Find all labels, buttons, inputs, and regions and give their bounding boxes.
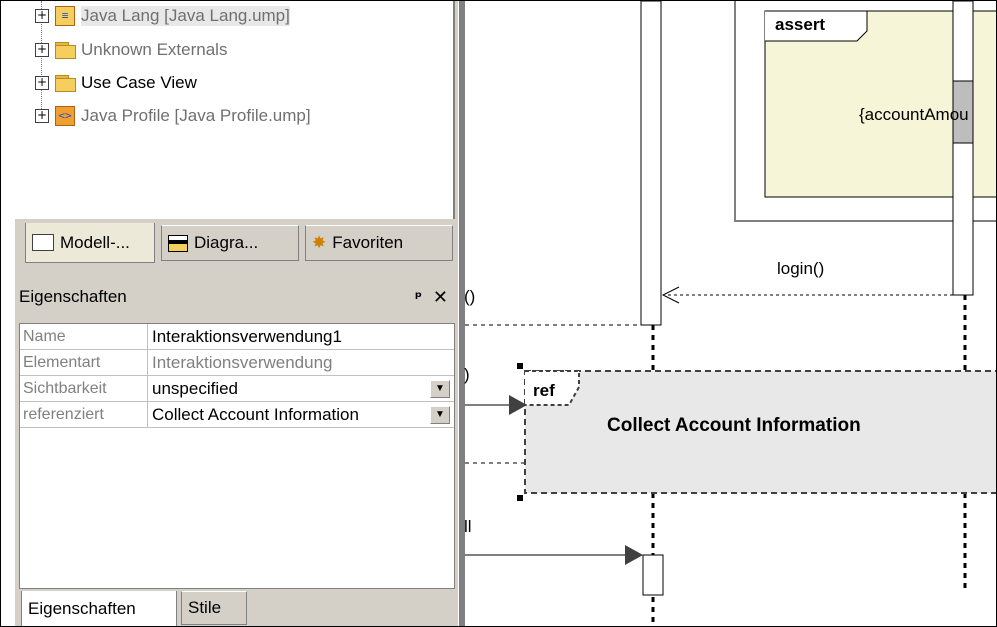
tab-label: Eigenschaften: [28, 598, 136, 618]
message-label-fragment: ): [464, 365, 470, 384]
tree-item-label: Java Profile [Java Profile.ump]: [81, 106, 311, 125]
package-icon: ≡: [55, 6, 75, 26]
message-label-fragment: (): [464, 287, 476, 306]
filled-arrow-head: [625, 545, 643, 565]
tree-item-label: Java Lang [Java Lang.ump]: [81, 6, 290, 26]
property-key: Name: [20, 324, 148, 349]
message-label-fragment: ll: [464, 517, 472, 536]
ref-label: ref: [533, 381, 555, 400]
expand-icon[interactable]: +: [35, 9, 49, 23]
dropdown-arrow-icon[interactable]: ▼: [430, 406, 450, 424]
tab-label: Diagra...: [194, 233, 259, 252]
diagram-canvas[interactable]: assert {accountAmou login() () ) ll ref …: [459, 1, 996, 626]
property-row-visibility[interactable]: Sichtbarkeit unspecified ▼: [20, 376, 454, 402]
pin-icon[interactable]: ᵖ: [415, 288, 422, 306]
tab-model[interactable]: Modell-...: [25, 223, 155, 263]
sequence-diagram: [465, 1, 996, 626]
tab-properties[interactable]: Eigenschaften: [21, 591, 177, 626]
property-value: Interaktionsverwendung: [152, 353, 333, 372]
expand-icon[interactable]: +: [35, 76, 49, 90]
ref-title[interactable]: Collect Account Information: [607, 415, 861, 437]
star-icon: ✸: [312, 233, 327, 253]
tree-tabbar: Modell-... Diagra... ✸ Favoriten: [15, 221, 458, 269]
tree-item-use-case-view[interactable]: + Use Case View: [35, 70, 197, 96]
activation-bar-left: [640, 1, 662, 326]
properties-grid: Name Interaktionsverwendung1 Elementart …: [19, 323, 455, 589]
tree-item-label: Use Case View: [81, 73, 197, 92]
diagram-icon: [168, 234, 188, 252]
tree-item-unknown-externals[interactable]: + Unknown Externals: [35, 37, 228, 63]
property-key: Sichtbarkeit: [20, 376, 148, 401]
properties-header: Eigenschaften ᵖ ✕: [15, 281, 458, 313]
expand-icon[interactable]: +: [35, 43, 49, 57]
property-value[interactable]: unspecified: [152, 376, 452, 401]
tree-item-label: Unknown Externals: [81, 40, 228, 59]
property-key: Elementart: [20, 350, 148, 375]
property-value[interactable]: Collect Account Information: [152, 402, 452, 427]
left-panel: + ≡ Java Lang [Java Lang.ump] + Unknown …: [15, 1, 458, 626]
property-value[interactable]: Interaktionsverwendung1: [152, 324, 452, 349]
activation-bar-right: [952, 1, 974, 296]
window: + ≡ Java Lang [Java Lang.ump] + Unknown …: [0, 0, 997, 627]
activation-bar-bottom: [642, 554, 664, 596]
tab-favorites[interactable]: ✸ Favoriten: [305, 225, 453, 261]
tab-diagrams[interactable]: Diagra...: [161, 225, 299, 261]
model-tree[interactable]: + ≡ Java Lang [Java Lang.ump] + Unknown …: [15, 1, 455, 219]
selection-handle: [517, 495, 523, 501]
tree-item-java-lang[interactable]: + ≡ Java Lang [Java Lang.ump]: [35, 3, 290, 29]
property-key: referenziert: [20, 402, 148, 427]
guard-condition: {accountAmou: [859, 105, 969, 124]
selection-handle: [517, 363, 523, 369]
dropdown-arrow-icon[interactable]: ▼: [430, 380, 450, 398]
properties-title: Eigenschaften: [19, 287, 127, 306]
profile-icon: <>: [55, 106, 75, 126]
folder-icon: [55, 42, 76, 59]
message-label-login: login(): [777, 259, 825, 278]
tab-styles[interactable]: Stile: [181, 591, 247, 625]
tab-label: Stile: [188, 598, 222, 617]
folder-icon: [55, 75, 76, 92]
property-row-referenced[interactable]: referenziert Collect Account Information…: [20, 402, 454, 428]
tab-label: Favoriten: [332, 233, 404, 252]
property-row-name[interactable]: Name Interaktionsverwendung1: [20, 324, 454, 350]
tab-label: Modell-...: [60, 232, 130, 252]
expand-icon[interactable]: +: [35, 109, 49, 123]
tree-item-java-profile[interactable]: + <> Java Profile [Java Profile.ump]: [35, 103, 311, 129]
property-row-element-type[interactable]: Elementart Interaktionsverwendung: [20, 350, 454, 376]
close-icon[interactable]: ✕: [433, 287, 448, 308]
properties-tabbar: Eigenschaften Stile: [15, 591, 458, 626]
assert-label: assert: [775, 15, 826, 34]
folder-outline-icon: [32, 234, 54, 251]
